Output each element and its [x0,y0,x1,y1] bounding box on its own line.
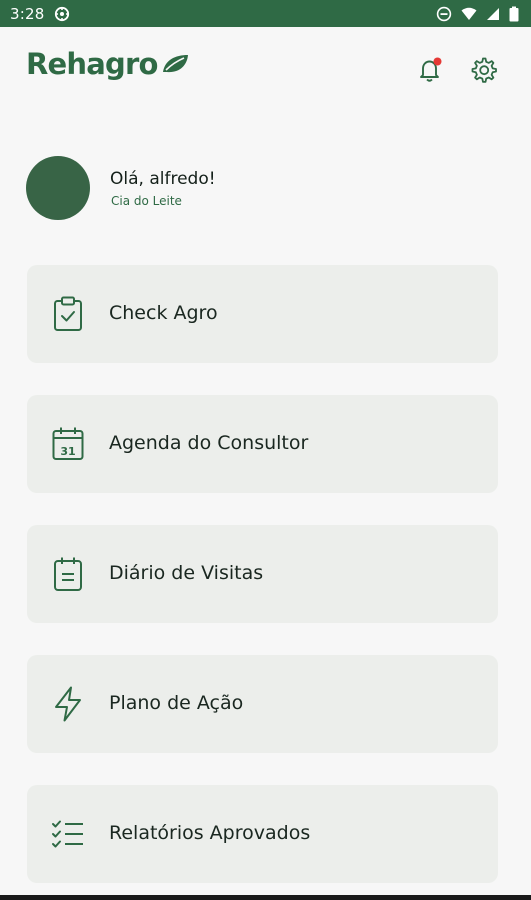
gear-icon [471,57,497,83]
logo-text: Rehagro [26,47,158,81]
avatar[interactable] [26,156,90,220]
menu-item-label: Check Agro [109,302,218,324]
system-nav-bar [0,895,531,900]
calendar-31-icon: 31 [51,426,85,462]
menu-item-plano-de-acao[interactable]: Plano de Ação [27,655,498,753]
status-bar: 3:28 [0,0,531,27]
notifications-button[interactable] [416,56,444,88]
menu-item-agenda-do-consultor[interactable]: 31 Agenda do Consultor [27,395,498,493]
settings-gear-icon [54,6,70,22]
profile-section: Olá, alfredo! Cia do Leite [26,156,506,222]
company-name: Cia do Leite [111,194,182,208]
settings-button[interactable] [469,56,497,88]
leaf-icon [161,54,189,78]
wifi-icon [461,7,477,21]
do-not-disturb-icon [436,6,452,22]
greeting-text: Olá, alfredo! [110,169,216,189]
menu-item-label: Relatórios Aprovados [109,822,311,844]
bell-icon [420,57,442,82]
rehagro-logo: Rehagro [26,47,189,81]
status-time: 3:28 [10,4,45,23]
clipboard-check-icon [51,296,85,332]
menu-item-check-agro[interactable]: Check Agro [27,265,498,363]
battery-icon [509,6,519,22]
app-header: Rehagro [0,27,531,109]
menu-item-label: Diário de Visitas [109,562,264,584]
signal-icon [486,7,500,21]
lightning-icon [51,686,85,722]
svg-text:31: 31 [60,445,75,458]
menu-item-diario-de-visitas[interactable]: Diário de Visitas [27,525,498,623]
menu-item-relatorios-aprovados[interactable]: Relatórios Aprovados [27,785,498,883]
notepad-icon [51,556,85,592]
checklist-icon [51,816,85,852]
menu-item-label: Plano de Ação [109,692,244,714]
menu-item-label: Agenda do Consultor [109,432,309,454]
